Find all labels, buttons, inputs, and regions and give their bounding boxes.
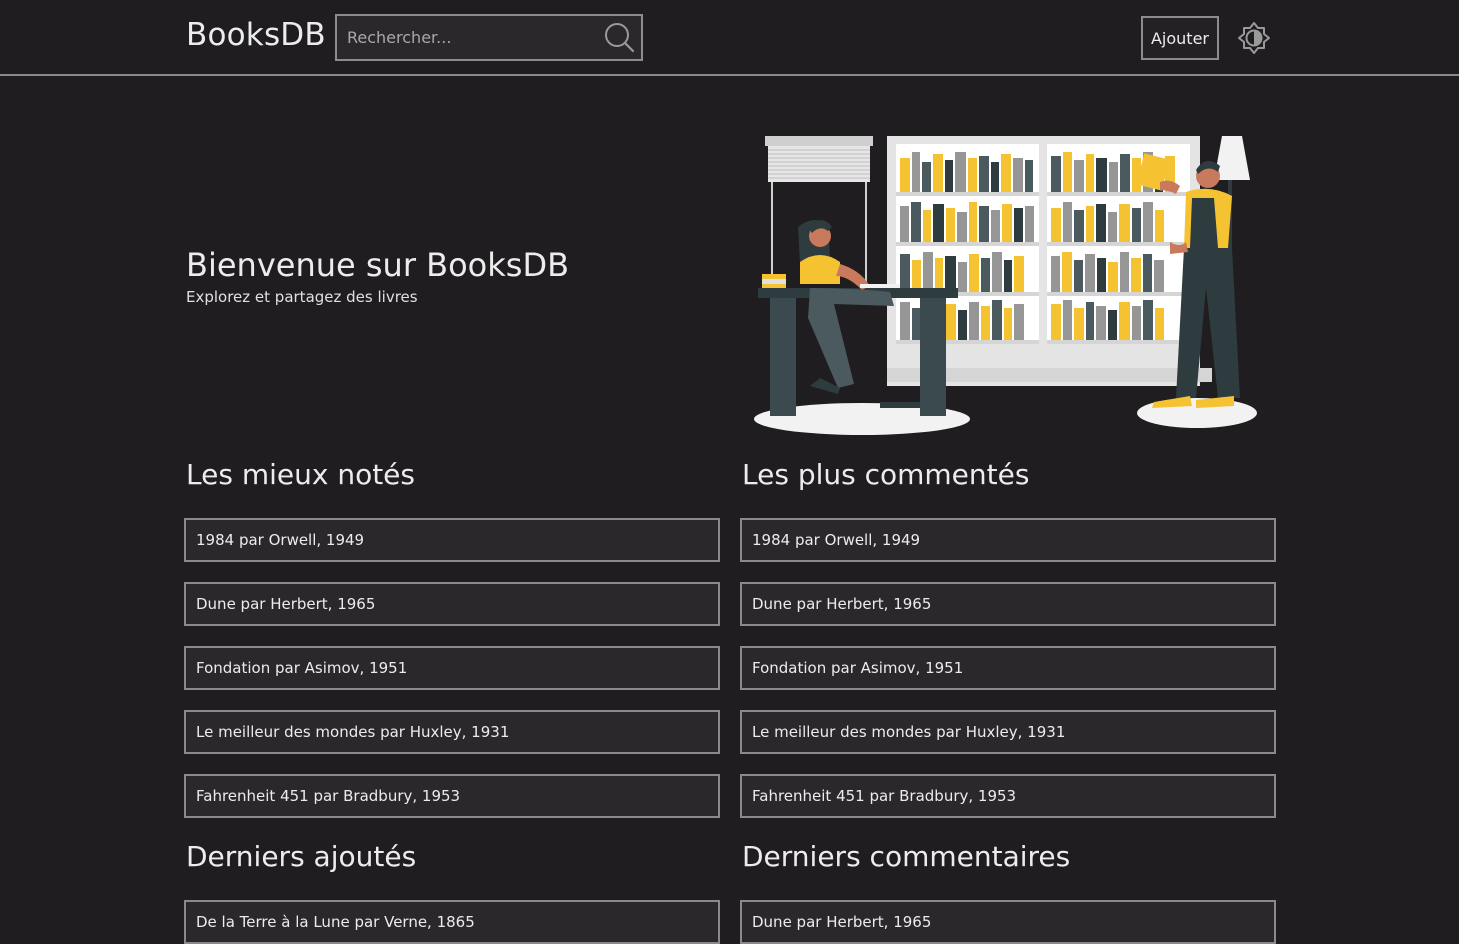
latest-comments-title: Derniers commentaires (742, 840, 1071, 873)
list-item[interactable]: 1984 par Orwell, 1949 (184, 518, 720, 562)
most-commented-title: Les plus commentés (742, 458, 1030, 491)
list-item[interactable]: Fondation par Asimov, 1951 (184, 646, 720, 690)
top-rated-title: Les mieux notés (186, 458, 415, 491)
list-item[interactable]: Dune par Herbert, 1965 (740, 582, 1276, 626)
list-item[interactable]: Fondation par Asimov, 1951 (740, 646, 1276, 690)
site-logo[interactable]: BooksDB (186, 17, 326, 53)
library-illustration (754, 136, 1257, 435)
top-navbar: BooksDB Ajouter (0, 0, 1459, 76)
list-item[interactable]: Fahrenheit 451 par Bradbury, 1953 (184, 774, 720, 818)
list-item[interactable]: Dune par Herbert, 1965 (740, 900, 1276, 944)
search-icon[interactable] (603, 21, 635, 53)
search-bar (335, 14, 643, 61)
latest-added-title: Derniers ajoutés (186, 840, 417, 873)
list-item[interactable]: Le meilleur des mondes par Huxley, 1931 (184, 710, 720, 754)
theme-toggle-icon[interactable] (1237, 21, 1271, 55)
hero-title: Bienvenue sur BooksDB (186, 246, 570, 284)
add-book-button[interactable]: Ajouter (1141, 16, 1219, 60)
list-item[interactable]: De la Terre à la Lune par Verne, 1865 (184, 900, 720, 944)
list-item[interactable]: Le meilleur des mondes par Huxley, 1931 (740, 710, 1276, 754)
search-input[interactable] (337, 16, 597, 59)
list-item[interactable]: Dune par Herbert, 1965 (184, 582, 720, 626)
hero-subtitle: Explorez et partagez des livres (186, 288, 418, 306)
list-item[interactable]: 1984 par Orwell, 1949 (740, 518, 1276, 562)
list-item[interactable]: Fahrenheit 451 par Bradbury, 1953 (740, 774, 1276, 818)
